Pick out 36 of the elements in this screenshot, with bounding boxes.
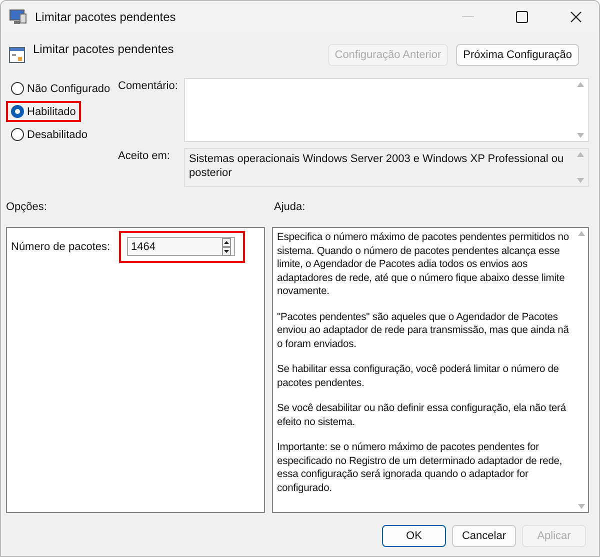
help-paragraph: Importante: se o número máximo de pacotes pendentes for especificado no Registro de um determinado adaptador de rede, essa configuração será ignorada quando o adaptador for configurado. <box>277 441 564 495</box>
help-paragraph: Se você desabilitar ou não definir essa configuração, ela não terá efeito no sistema. <box>277 402 568 429</box>
computer-icon <box>9 8 27 24</box>
options-label: Opções: <box>6 201 48 215</box>
help-paragraph: "Pacotes pendentes" são aqueles que o Agendador de Pacotes enviou ao adaptador de rede para transmissão, mas que ainda nã o foram enviados. <box>277 310 570 351</box>
maximize-icon[interactable] <box>516 10 528 22</box>
policy-title: Limitar pacotes pendentes <box>33 42 174 56</box>
scroll-down-icon[interactable] <box>577 178 584 183</box>
navigation-button[interactable]: Próxima Configuração <box>456 44 579 66</box>
comment-field[interactable] <box>184 78 589 142</box>
scroll-up-icon[interactable] <box>577 152 584 157</box>
radio-label[interactable]: Habilitado <box>27 106 76 118</box>
comment-label: Comentário: <box>118 79 179 94</box>
window-title: Limitar pacotes pendentes <box>35 10 176 24</box>
dialog-button[interactable]: Cancelar <box>452 525 516 547</box>
radio-button[interactable] <box>11 105 24 118</box>
close-icon[interactable] <box>570 10 582 22</box>
spin-arrows-icon[interactable] <box>222 238 231 256</box>
policy-icon <box>9 47 25 63</box>
help-paragraph: Especifica o número máximo de pacotes pendentes permitidos no sistema. Quando o número de pacotes pendentes alcança esse limite, o Agendador de Pacotes adia todos os envios aos adaptadores de rede, até que o número fique abaixo desse limite novamente. <box>277 231 570 298</box>
minimize-icon[interactable] <box>462 16 474 18</box>
scroll-up-icon[interactable] <box>578 231 585 236</box>
field-label: Número de pacotes: <box>11 241 112 253</box>
supported-field: Sistemas operacionais Windows Server 2003 e Windows XP Professional ou posterior <box>184 148 589 187</box>
radio-button[interactable] <box>11 82 24 95</box>
help-label: Ajuda: <box>274 201 306 215</box>
radio-button[interactable] <box>11 128 24 141</box>
ok-button[interactable]: OK <box>382 525 446 547</box>
number-value: 1464 <box>131 240 156 252</box>
scroll-down-icon[interactable] <box>578 504 585 509</box>
scroll-up-icon[interactable] <box>577 82 584 87</box>
help-paragraph: Se habilitar essa configuração, você poderá limitar o número de pacotes pendentes. <box>277 363 560 390</box>
supported-label: Aceito em: <box>118 149 171 164</box>
radio-label[interactable]: Não Configurado <box>27 82 110 94</box>
scroll-down-icon[interactable] <box>577 133 584 138</box>
radio-label[interactable]: Desabilitado <box>27 128 88 140</box>
